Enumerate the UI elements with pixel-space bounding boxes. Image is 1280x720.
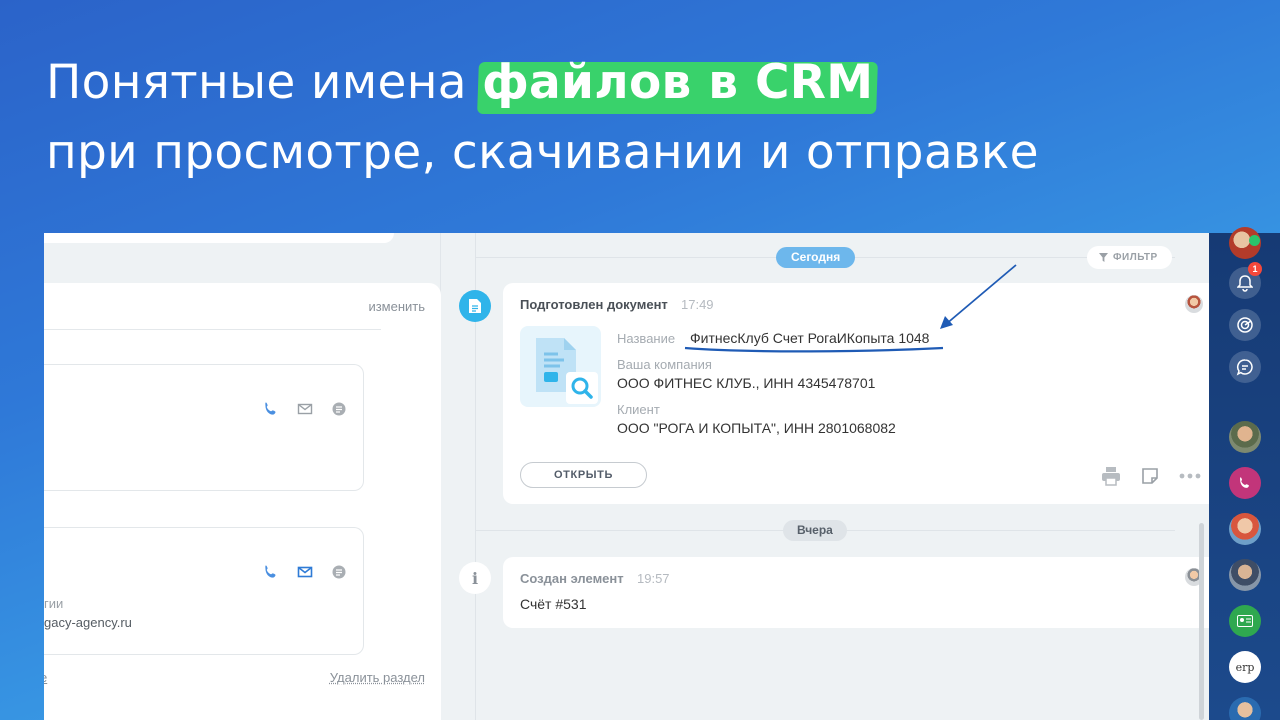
note-icon[interactable] [1141,467,1159,485]
erp-label: erp [1236,661,1255,674]
bell-icon [1237,274,1253,292]
activity-stream-button[interactable] [1229,309,1261,341]
document-actions [1101,466,1201,486]
document-card-time: 17:49 [681,297,714,312]
left-top-card [44,233,394,243]
headline-line-1: Понятные имена файлов в CRM [46,48,1039,118]
document-preview-icon [520,326,601,407]
created-card-time: 19:57 [637,571,670,586]
filter-button[interactable]: ФИЛЬТР [1087,246,1172,269]
contact-card[interactable]: гии gacy-agency.ru [44,527,364,655]
company-value: ООО ФИТНЕС КЛУБ., ИНН 4345478701 [617,375,875,391]
document-event-icon [459,290,491,322]
client-value: ООО "РОГА И КОПЫТА", ИНН 2801068082 [617,420,896,436]
contact-actions [263,401,347,417]
headline-accent-text: файлов в CRM [482,55,873,110]
date-pill-yesterday: Вчера [783,520,847,541]
open-button[interactable]: ОТКРЫТЬ [520,462,647,488]
section-divider [44,329,381,330]
company-label: Ваша компания [617,357,712,372]
chat-icon[interactable] [331,401,347,417]
edit-link[interactable]: изменить [368,299,425,314]
crm-window: изменить гии gacy-agency.ru е Уд [44,233,1209,720]
created-card: Создан элемент 19:57 Счёт #531 [503,557,1209,628]
notification-badge: 1 [1248,262,1262,276]
headline: Понятные имена файлов в CRM при просмотр… [46,48,1039,188]
headline-accent: файлов в CRM [482,48,873,118]
chat-icon[interactable] [331,564,347,580]
online-status-icon [1249,235,1260,246]
timeline-scrollbar[interactable] [1199,523,1204,720]
client-label: Клиент [617,402,660,417]
document-card: Подготовлен документ 17:49 Название Фитн… [503,283,1209,504]
phone-icon [1238,476,1252,490]
timeline: Сегодня ФИЛЬТР Подготовлен документ 17:4… [441,233,1209,720]
headline-prefix: Понятные имена [46,55,482,110]
erp-button[interactable]: erp [1229,651,1261,683]
print-icon[interactable] [1101,466,1121,486]
chat-icon [1236,358,1254,376]
contact-avatar[interactable] [1229,467,1261,499]
name-underline-annotation [683,344,945,354]
headline-line-2: при просмотре, скачивании и отправке [46,118,1039,188]
filter-icon [1099,253,1108,262]
contact-avatar[interactable] [1229,559,1261,591]
filter-label: ФИЛЬТР [1113,246,1158,269]
footer-link[interactable]: е [44,670,47,685]
created-card-title: Создан элемент [520,571,624,586]
id-card-icon [1237,615,1253,627]
created-card-body[interactable]: Счёт #531 [520,596,586,612]
messenger-button[interactable] [1229,351,1261,383]
mail-icon[interactable] [297,564,313,580]
document-card-title: Подготовлен документ [520,297,668,312]
contact-card-button[interactable] [1229,605,1261,637]
responsible-avatar[interactable] [1185,295,1203,313]
info-event-icon: i [459,562,491,594]
contacts-section: изменить гии gacy-agency.ru е Уд [44,283,441,720]
delete-section-link[interactable]: Удалить раздел [330,670,425,685]
phone-icon[interactable] [263,564,279,580]
more-icon[interactable] [1179,473,1201,479]
annotation-arrow [931,261,1021,333]
date-pill-today: Сегодня [776,247,855,268]
contact-avatar[interactable] [1229,421,1261,453]
right-sidebar: erp [1209,233,1280,720]
stream-icon [1236,316,1254,334]
contact-actions [263,564,347,580]
contact-card[interactable] [44,364,364,491]
name-label: Название [617,331,675,346]
info-icon: i [472,569,478,588]
contact-website-link[interactable]: gacy-agency.ru [44,615,132,630]
contact-avatar[interactable] [1229,513,1261,545]
left-panel: изменить гии gacy-agency.ru е Уд [44,233,441,720]
phone-icon[interactable] [263,401,279,417]
mail-icon[interactable] [297,401,313,417]
contact-detail: гии [44,596,63,611]
document-preview[interactable] [520,326,601,407]
contact-avatar[interactable] [1229,697,1261,720]
